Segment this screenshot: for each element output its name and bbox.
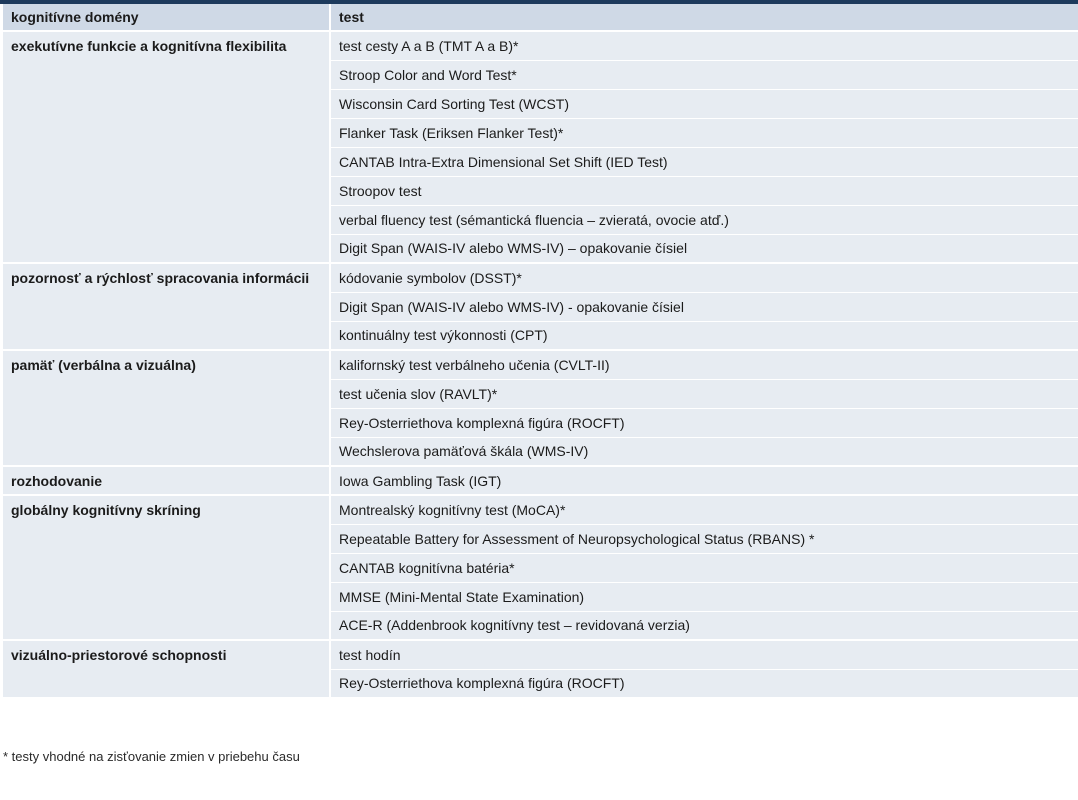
test-cell: Digit Span (WAIS-IV alebo WMS-IV) – opak… bbox=[330, 234, 1078, 264]
page: kognitívne domény test exekutívne funkci… bbox=[0, 0, 1078, 800]
header-row: kognitívne domény test bbox=[3, 4, 1078, 32]
test-cell: Stroopov test bbox=[330, 176, 1078, 206]
test-cell: ACE-R (Addenbrook kognitívny test – revi… bbox=[330, 611, 1078, 641]
test-cell: kontinuálny test výkonnosti (CPT) bbox=[330, 321, 1078, 351]
table-header: kognitívne domény test bbox=[3, 4, 1078, 32]
test-cell: Digit Span (WAIS-IV alebo WMS-IV) - opak… bbox=[330, 292, 1078, 322]
table-row: pozornosť a rýchlosť spracovania informá… bbox=[3, 263, 1078, 351]
test-cell: CANTAB Intra-Extra Dimensional Set Shift… bbox=[330, 147, 1078, 177]
test-cell: Iowa Gambling Task (IGT) bbox=[330, 466, 1078, 496]
test-cell: Rey-Osterriethova komplexná figúra (ROCF… bbox=[330, 408, 1078, 438]
table-row: pamäť (verbálna a vizuálna) kalifornský t… bbox=[3, 350, 1078, 467]
test-cell: Stroop Color and Word Test* bbox=[330, 60, 1078, 90]
test-cell: test hodín bbox=[330, 640, 1078, 670]
test-cell: MMSE (Mini-Mental State Examination) bbox=[330, 582, 1078, 612]
table-row: globálny kognitívny skríning Montrealský … bbox=[3, 495, 1078, 641]
table-row: exekutívne funkcie a kognitívna flexibil… bbox=[3, 31, 1078, 264]
test-cell: Repeatable Battery for Assessment of Neu… bbox=[330, 524, 1078, 554]
table-row: rozhodovanie Iowa Gambling Task (IGT) bbox=[3, 466, 1078, 496]
domain-cell: globálny kognitívny skríning bbox=[3, 495, 331, 641]
table-row: vizuálno-priestorové schopnosti test hodí… bbox=[3, 640, 1078, 699]
test-cell: kódovanie symbolov (DSST)* bbox=[330, 263, 1078, 293]
test-cell: verbal fluency test (sémantická fluencia… bbox=[330, 205, 1078, 235]
domain-cell: pozornosť a rýchlosť spracovania informá… bbox=[3, 263, 331, 351]
domain-cell: vizuálno-priestorové schopnosti bbox=[3, 640, 331, 699]
test-cell: test učenia slov (RAVLT)* bbox=[330, 379, 1078, 409]
test-cell: Rey-Osterriethova komplexná figúra (ROCF… bbox=[330, 669, 1078, 699]
test-cell: Wechslerova pamäťová škála (WMS-IV) bbox=[330, 437, 1078, 467]
test-cell: Flanker Task (Eriksen Flanker Test)* bbox=[330, 118, 1078, 148]
cognitive-tests-table: kognitívne domény test exekutívne funkci… bbox=[3, 4, 1078, 699]
header-domain: kognitívne domény bbox=[3, 4, 331, 32]
table-body: exekutívne funkcie a kognitívna flexibil… bbox=[3, 31, 1078, 699]
header-test: test bbox=[330, 4, 1078, 32]
test-cell: Wisconsin Card Sorting Test (WCST) bbox=[330, 89, 1078, 119]
test-cell: Montrealský kognitívny test (MoCA)* bbox=[330, 495, 1078, 525]
test-cell: test cesty A a B (TMT A a B)* bbox=[330, 31, 1078, 61]
test-cell: CANTAB kognitívna batéria* bbox=[330, 553, 1078, 583]
domain-cell: rozhodovanie bbox=[3, 466, 331, 496]
domain-cell: exekutívne funkcie a kognitívna flexibil… bbox=[3, 31, 331, 264]
footnote: * testy vhodné na zisťovanie zmien v pri… bbox=[3, 749, 300, 764]
test-cell: kalifornský test verbálneho učenia (CVLT… bbox=[330, 350, 1078, 380]
domain-cell: pamäť (verbálna a vizuálna) bbox=[3, 350, 331, 467]
